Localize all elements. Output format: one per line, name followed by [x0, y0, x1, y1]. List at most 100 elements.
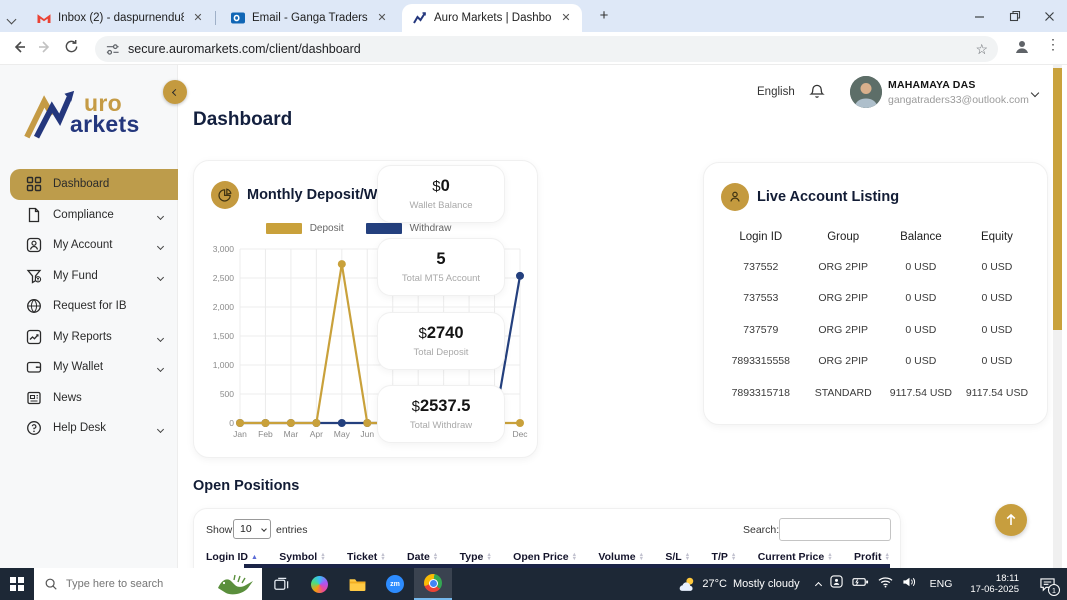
live-cell: 9117.54 USD [965, 386, 1029, 399]
close-window-button[interactable] [1032, 0, 1067, 32]
svg-text:Jan: Jan [233, 429, 247, 439]
sort-icon: ▲ ▼ [571, 551, 578, 562]
sidebar-item-my-account[interactable]: My Account [0, 230, 178, 261]
notification-bell-icon[interactable] [808, 83, 826, 101]
positions-column-s-l[interactable]: S/L ▲ ▼ [665, 551, 690, 563]
live-cell: 7893315718 [731, 386, 790, 399]
copilot-icon [310, 575, 328, 593]
search-highlight-crocodile-image[interactable] [214, 573, 256, 595]
person-icon [721, 183, 749, 211]
user-avatar[interactable] [850, 76, 882, 108]
tray-expand-icon[interactable] [814, 575, 822, 593]
keyboard-language[interactable]: ENG [926, 578, 957, 590]
pie-chart-icon [211, 181, 239, 209]
copilot-button[interactable] [300, 568, 338, 600]
file-explorer-button[interactable] [338, 568, 376, 600]
chevron-down-icon[interactable] [156, 267, 165, 285]
positions-column-volume[interactable]: Volume ▲ ▼ [598, 551, 644, 563]
tab-search-icon[interactable] [6, 10, 17, 28]
positions-column-ticket[interactable]: Ticket ▲ ▼ [347, 551, 386, 563]
svg-text:Mar: Mar [284, 429, 299, 439]
sidebar-item-request-for-ib[interactable]: Request for IB [0, 291, 178, 322]
sort-ascending-icon: ▲ [251, 553, 258, 561]
browser-tab-auro-active[interactable]: Auro Markets | Dashboard ✕ [402, 4, 582, 32]
table-row: 737552 ORG 2PIP 0 USD 0 USD [718, 251, 1035, 283]
positions-table-header: Login ID ▲ Symbol ▲ ▼ Ticket ▲ ▼ Date ▲ ▼ Type ▲ ▼ Ope… [206, 551, 890, 563]
taskbar-clock[interactable]: 18:11 17-06-2025 [962, 568, 1027, 600]
svg-text:Feb: Feb [258, 429, 273, 439]
sort-icon: ▲ ▼ [730, 551, 737, 562]
volume-icon[interactable] [902, 575, 917, 593]
back-button[interactable] [6, 39, 32, 58]
positions-column-t-p[interactable]: T/P ▲ ▼ [712, 551, 737, 563]
tab-close-icon[interactable]: ✕ [374, 10, 390, 26]
stat-value: $0 [432, 177, 450, 195]
positions-search-input[interactable] [779, 518, 891, 541]
bookmark-star-icon[interactable]: ☆ [975, 41, 988, 58]
live-account-title: Live Account Listing [757, 189, 900, 205]
wifi-icon[interactable] [878, 575, 893, 593]
chevron-down-icon[interactable] [156, 328, 165, 346]
live-cell: 0 USD [981, 323, 1013, 336]
task-view-button[interactable] [262, 568, 300, 600]
restore-button[interactable] [997, 0, 1032, 32]
zoom-app-button[interactable]: zm [376, 568, 414, 600]
browser-tab-gmail[interactable]: Inbox (2) - daspurnendu834@g ✕ [26, 4, 214, 32]
language-selector[interactable]: English [757, 86, 795, 98]
url-text[interactable]: secure.auromarkets.com/client/dashboard [128, 42, 975, 56]
positions-column-login-id[interactable]: Login ID ▲ [206, 551, 258, 563]
taskbar-search[interactable] [34, 568, 262, 600]
browser-tab-outlook[interactable]: Email - Ganga Traders - Outloo ✕ [220, 4, 398, 32]
positions-column-open-price[interactable]: Open Price ▲ ▼ [513, 551, 577, 563]
sidebar-item-my-reports[interactable]: My Reports [0, 322, 178, 353]
sidebar-item-my-fund[interactable]: My Fund [0, 261, 178, 292]
action-center-button[interactable]: 1 [1027, 568, 1067, 600]
browser-menu-icon[interactable]: ⋮ [1046, 36, 1060, 53]
entries-select[interactable]: 10 [233, 519, 271, 539]
page-scrollbar[interactable] [1053, 65, 1062, 568]
browser-profile-icon[interactable] [1013, 38, 1031, 61]
positions-column-date[interactable]: Date ▲ ▼ [407, 551, 438, 563]
tab-close-icon[interactable]: ✕ [190, 10, 206, 26]
taskbar-weather[interactable]: 27°C Mostly cloudy [667, 568, 809, 600]
chrome-button[interactable] [414, 568, 452, 600]
scrollbar-thumb[interactable] [1053, 68, 1062, 330]
user-name: MAHAMAYA DAS [888, 79, 976, 91]
site-settings-icon[interactable] [105, 42, 120, 57]
sidebar-item-help-desk[interactable]: Help Desk [0, 413, 178, 444]
teams-tray-icon[interactable] [829, 575, 843, 593]
address-bar[interactable]: secure.auromarkets.com/client/dashboard … [95, 36, 998, 62]
forward-button[interactable] [32, 39, 58, 58]
sidebar-item-label: My Account [53, 239, 113, 252]
chevron-down-icon[interactable] [156, 206, 165, 224]
sidebar-collapse-button[interactable] [163, 80, 187, 104]
taskbar-search-input[interactable] [66, 578, 214, 590]
search-label: Search: [743, 524, 780, 536]
gmail-icon [37, 14, 51, 23]
start-button[interactable] [0, 568, 34, 600]
sidebar-item-my-wallet[interactable]: My Wallet [0, 352, 178, 383]
search-icon [45, 578, 57, 590]
positions-column-symbol[interactable]: Symbol ▲ ▼ [279, 551, 325, 563]
positions-column-current-price[interactable]: Current Price ▲ ▼ [758, 551, 833, 563]
minimize-button[interactable] [962, 0, 997, 32]
sort-icon: ▲ ▼ [320, 551, 326, 562]
user-menu-chevron-icon[interactable] [1030, 83, 1040, 101]
live-cell: 0 USD [981, 292, 1013, 305]
positions-column-type[interactable]: Type ▲ ▼ [460, 551, 492, 563]
scroll-to-top-button[interactable] [995, 504, 1027, 536]
tab-close-icon[interactable]: ✕ [558, 10, 574, 26]
chevron-down-icon[interactable] [156, 358, 165, 376]
stat-value: $2537.5 [411, 397, 471, 415]
sidebar-item-dashboard[interactable]: Dashboard [10, 169, 178, 200]
battery-icon[interactable] [852, 575, 869, 593]
chevron-down-icon[interactable] [156, 236, 165, 254]
new-tab-button[interactable]: + [594, 6, 614, 26]
sidebar-item-news[interactable]: News [0, 383, 178, 414]
reload-button[interactable] [58, 39, 84, 57]
stat-card-total-withdraw: $2537.5 Total Withdraw [377, 385, 505, 443]
notification-count-badge: 1 [1048, 584, 1060, 596]
sidebar-item-compliance[interactable]: Compliance [0, 200, 178, 231]
chevron-down-icon[interactable] [156, 419, 165, 437]
positions-column-profit[interactable]: Profit ▲ ▼ [854, 551, 890, 563]
